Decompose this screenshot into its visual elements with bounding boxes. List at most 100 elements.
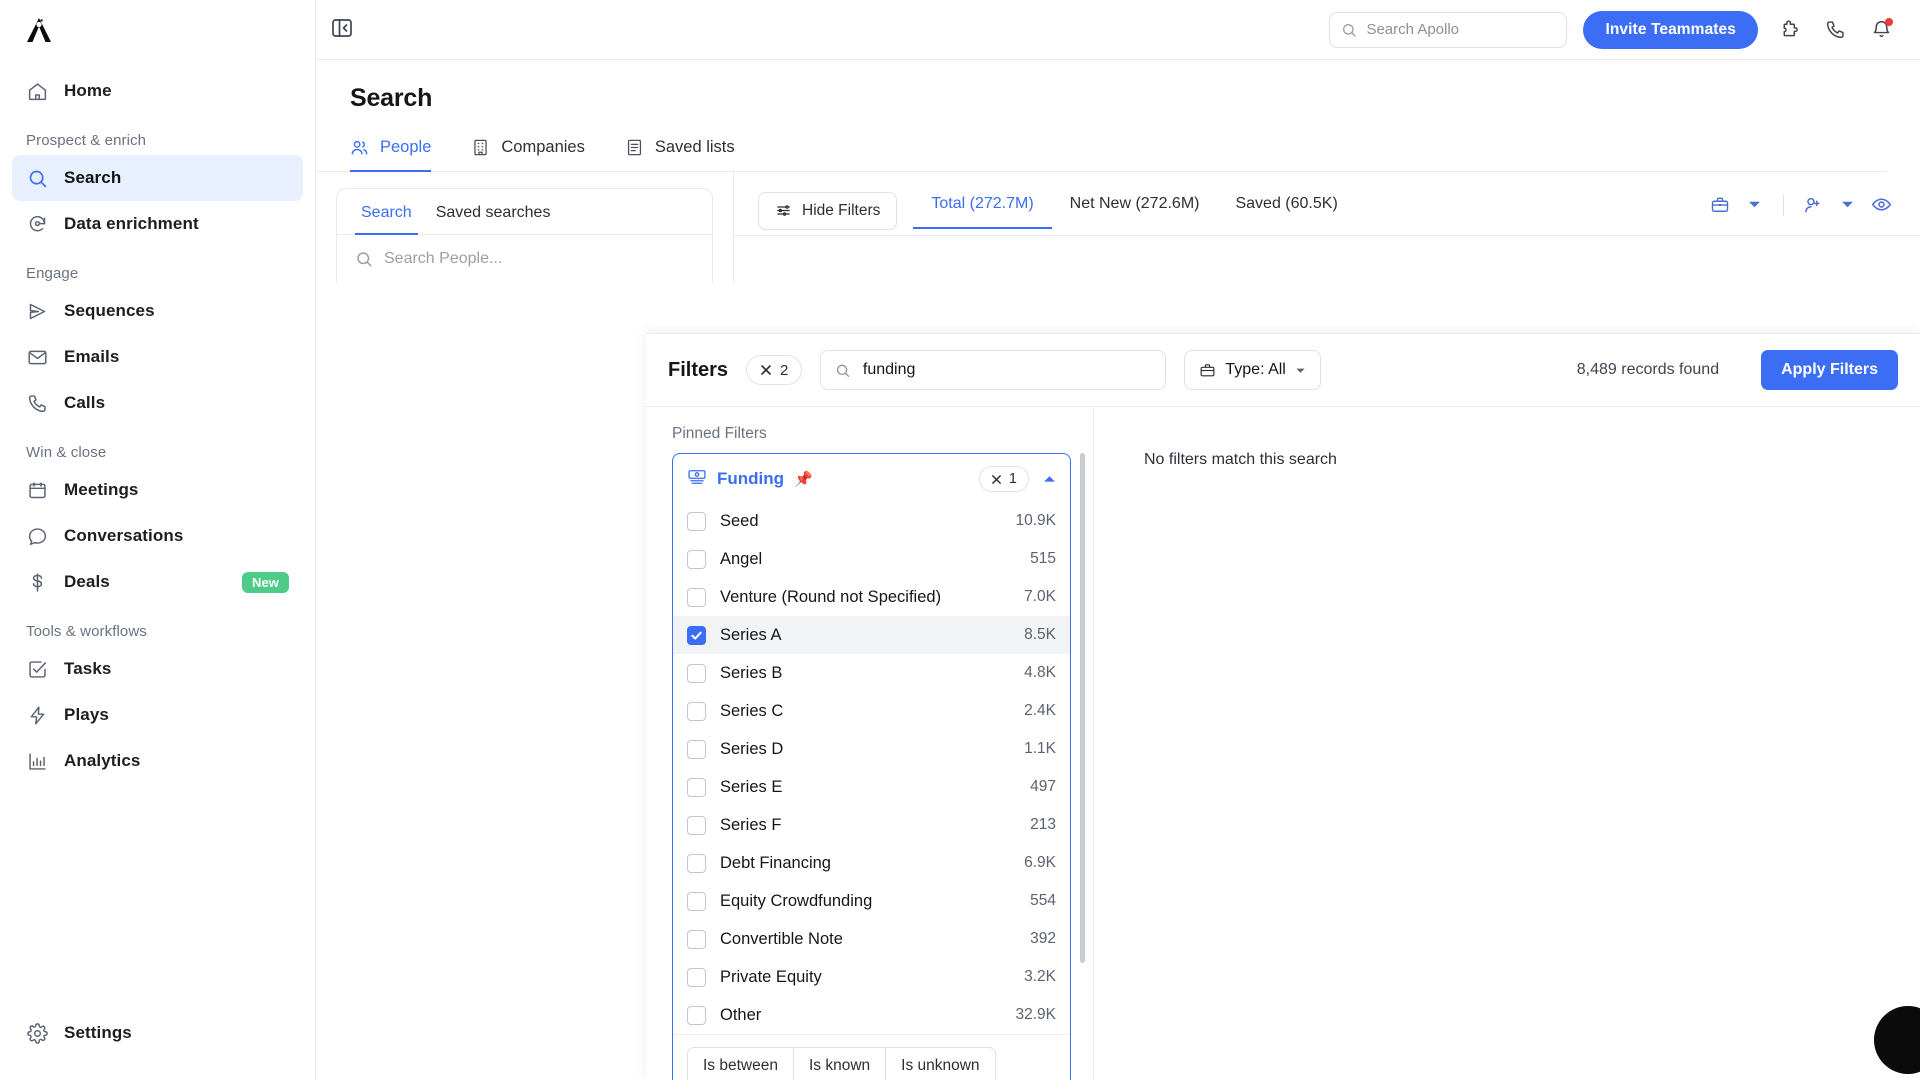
checkbox[interactable] (687, 967, 706, 987)
list-item[interactable]: Private Equity 3.2K (673, 958, 1070, 996)
bell-icon[interactable] (1866, 15, 1896, 45)
filters-panel-body: Pinned Filters Funding 📌 1 Seed 10.9K An… (646, 406, 1920, 1080)
phone-icon[interactable] (1820, 15, 1850, 45)
filter-search-input[interactable] (862, 361, 1152, 379)
search-people-input[interactable]: Search People... (337, 235, 712, 283)
funding-range-buttons: Is between Is known Is unknown (673, 1034, 1070, 1080)
checkbox[interactable] (687, 853, 706, 873)
is-between-button[interactable]: Is between (688, 1048, 794, 1080)
tab-saved[interactable]: Saved (60.5K) (1217, 186, 1355, 229)
sidebar-item-search[interactable]: Search (12, 155, 303, 201)
sidebar-item-calls[interactable]: Calls (12, 380, 303, 426)
sidebar-item-analytics[interactable]: Analytics (12, 738, 303, 784)
filter-search-box[interactable] (820, 350, 1167, 390)
option-count: 2.4K (1024, 702, 1056, 719)
workspace: Search Saved searches Search People... H… (316, 172, 1920, 283)
apply-filters-button[interactable]: Apply Filters (1761, 350, 1898, 390)
list-item[interactable]: Angel 515 (673, 540, 1070, 578)
list-item[interactable]: Series C 2.4K (673, 692, 1070, 730)
sidebar-item-deals[interactable]: Deals New (12, 559, 303, 605)
sidebar-item-tasks[interactable]: Tasks (12, 646, 303, 692)
list-item[interactable]: Series B 4.8K (673, 654, 1070, 692)
sidebar-item-home[interactable]: Home (12, 68, 303, 114)
global-search-input[interactable]: Search Apollo (1329, 11, 1568, 48)
option-label: Debt Financing (720, 853, 831, 872)
list-item[interactable]: Debt Financing 6.9K (673, 844, 1070, 882)
sidebar-item-emails[interactable]: Emails (12, 334, 303, 380)
hide-filters-button[interactable]: Hide Filters (758, 191, 898, 230)
puzzle-icon[interactable] (1774, 15, 1804, 45)
sidebar-item-label: Settings (64, 1023, 132, 1042)
apollo-logo[interactable] (22, 13, 56, 47)
list-item[interactable]: Equity Crowdfunding 554 (673, 882, 1070, 920)
funding-selected-count: 1 (1008, 471, 1017, 487)
task-check-icon (26, 658, 48, 680)
add-person-icon[interactable] (1798, 190, 1828, 220)
checkbox[interactable] (687, 891, 706, 911)
checkbox[interactable] (687, 549, 706, 569)
count-tabs: Total (272.7M) Net New (272.6M) Saved (6… (913, 186, 1355, 235)
tab-total[interactable]: Total (272.7M) (913, 186, 1052, 229)
chevron-down-icon[interactable] (1832, 190, 1862, 220)
checkbox[interactable] (687, 739, 706, 759)
option-label: Seed (720, 511, 759, 530)
filter-sliders-icon (777, 205, 790, 216)
sidebar-item-settings[interactable]: Settings (12, 1010, 303, 1056)
tab-saved-searches[interactable]: Saved searches (430, 190, 557, 235)
list-item[interactable]: Series D 1.1K (673, 730, 1070, 768)
gear-icon (26, 1022, 48, 1044)
option-count: 1.1K (1024, 740, 1056, 757)
option-count: 392 (1030, 930, 1056, 947)
checkbox[interactable] (687, 587, 706, 607)
checkbox[interactable] (687, 929, 706, 949)
app-root: Home Prospect & enrich Search Data enric… (0, 0, 1920, 1080)
funding-filter-header[interactable]: Funding 📌 1 (673, 454, 1070, 502)
eye-icon[interactable] (1866, 190, 1896, 220)
bolt-icon (26, 704, 48, 726)
is-known-button[interactable]: Is known (793, 1048, 887, 1080)
sidebar-item-label: Deals (64, 572, 110, 591)
checkbox[interactable] (687, 511, 706, 531)
phone-icon (26, 392, 48, 414)
checkbox[interactable] (687, 1005, 706, 1025)
checkbox[interactable] (687, 701, 706, 721)
search-pane: Search Saved searches Search People... (316, 172, 734, 283)
sidebar-item-conversations[interactable]: Conversations (12, 513, 303, 559)
checkbox[interactable] (687, 777, 706, 797)
tab-companies[interactable]: Companies (471, 138, 585, 172)
checkbox[interactable] (687, 625, 706, 645)
chevron-up-icon[interactable] (1039, 473, 1056, 486)
pin-icon[interactable]: 📌 (794, 470, 813, 488)
clear-filters-chip[interactable]: 2 (746, 355, 803, 385)
sidebar-item-sequences[interactable]: Sequences (12, 288, 303, 334)
is-unknown-button[interactable]: Is unknown (886, 1048, 995, 1080)
sidebar-item-plays[interactable]: Plays (12, 692, 303, 738)
filters-scrollbar[interactable] (1080, 453, 1085, 963)
panel-collapse-icon[interactable] (330, 16, 354, 45)
funding-clear-chip[interactable]: 1 (978, 466, 1029, 492)
filter-type-dropdown[interactable]: Type: All (1184, 350, 1321, 390)
sidebar-item-data-enrichment[interactable]: Data enrichment (12, 201, 303, 247)
list-item[interactable]: Series E 497 (673, 768, 1070, 806)
list-item[interactable]: Other 32.9K (673, 996, 1070, 1034)
checkbox[interactable] (687, 815, 706, 835)
tab-search[interactable]: Search (355, 190, 418, 235)
list-item[interactable]: Series A 8.5K (673, 616, 1070, 654)
list-item[interactable]: Venture (Round not Specified) 7.0K (673, 578, 1070, 616)
list-item[interactable]: Seed 10.9K (673, 502, 1070, 540)
filters-title: Filters (668, 358, 729, 381)
tab-net-new[interactable]: Net New (272.6M) (1052, 186, 1218, 229)
sidebar-item-meetings[interactable]: Meetings (12, 467, 303, 513)
briefcase-icon[interactable] (1705, 190, 1735, 220)
tab-people[interactable]: People (350, 138, 432, 172)
main-content: Search Apollo Invite Teammates Search Pe… (316, 0, 1920, 1080)
invite-teammates-button[interactable]: Invite Teammates (1583, 10, 1758, 49)
tab-saved-lists[interactable]: Saved lists (625, 138, 735, 172)
chevron-down-icon[interactable] (1739, 190, 1769, 220)
list-item[interactable]: Series F 213 (673, 806, 1070, 844)
option-count: 10.9K (1015, 512, 1056, 529)
check-icon (691, 631, 702, 640)
list-item[interactable]: Convertible Note 392 (673, 920, 1070, 958)
records-found-label: 8,489 records found (1576, 361, 1720, 378)
checkbox[interactable] (687, 663, 706, 683)
